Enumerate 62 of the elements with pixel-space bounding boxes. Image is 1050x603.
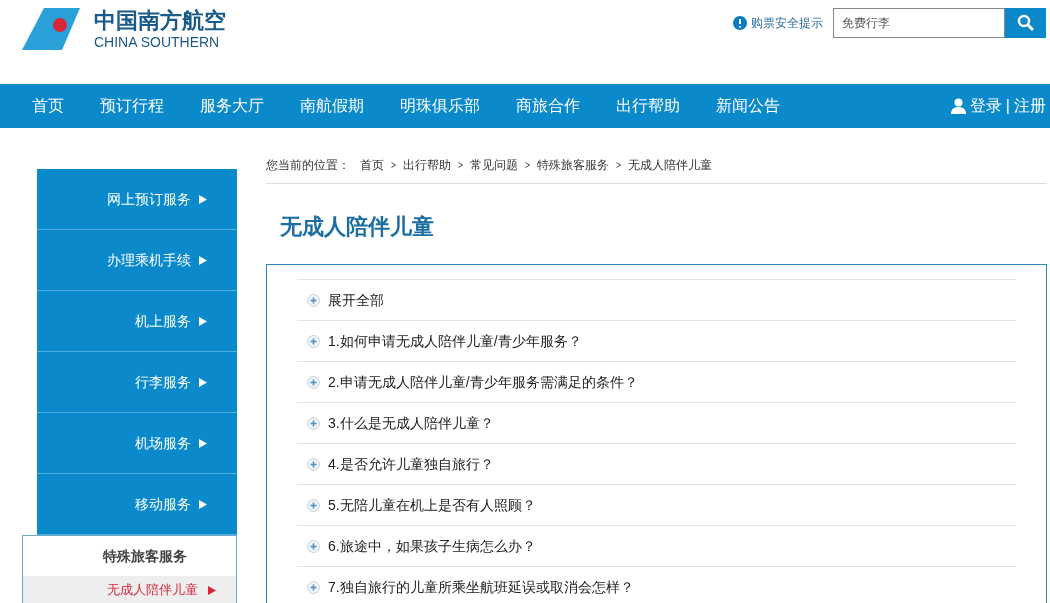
faq-question[interactable]: 2.申请无成人陪伴儿童/青少年服务需满足的条件？ [297,362,1016,403]
plus-circle-icon [307,498,320,512]
register-link[interactable]: 注册 [1014,94,1046,118]
chevron-icon [391,161,396,168]
search-field[interactable]: 免费行李 [833,8,1005,38]
nav-item[interactable]: 明珠俱乐部 [382,94,498,118]
triangle-icon [199,255,207,265]
chevron-icon [458,161,463,168]
nav-item[interactable]: 首页 [14,94,82,118]
breadcrumb-label: 您当前的位置： [266,156,350,174]
sidebar-item[interactable]: 网上预订服务 [37,169,237,230]
chevron-icon [525,161,530,168]
triangle-icon [199,194,207,204]
plus-circle-icon [307,416,320,430]
breadcrumb-link[interactable]: 无成人陪伴儿童 [628,155,712,174]
user-icon [950,98,966,114]
faq-question[interactable]: 5.无陪儿童在机上是否有人照顾？ [297,485,1016,526]
sidebar-subitem[interactable]: 无成人陪伴儿童 [23,576,236,603]
exclamation-icon [733,16,747,30]
nav-item[interactable]: 服务大厅 [182,94,282,118]
faq-question[interactable]: 7.独自旅行的儿童所乘坐航班延误或取消会怎样？ [297,567,1016,603]
separator: | [1005,96,1010,116]
nav-item[interactable]: 预订行程 [82,94,182,118]
plus-circle-icon [307,457,320,471]
plus-circle-icon [307,539,320,553]
sidebar-item[interactable]: 办理乘机手续 [37,230,237,291]
faq-question[interactable]: 6.旅途中，如果孩子生病怎么办？ [297,526,1016,567]
triangle-icon [199,499,207,509]
nav-item[interactable]: 新闻公告 [698,94,798,118]
breadcrumb-link[interactable]: 出行帮助 [403,155,451,174]
faq-question[interactable]: 3.什么是无成人陪伴儿童？ [297,403,1016,444]
plus-circle-icon [307,293,320,307]
plus-circle-icon [307,580,320,594]
airline-tail-logo [22,8,80,50]
search-icon [1016,14,1035,32]
triangle-icon [199,316,207,326]
sidebar-item[interactable]: 行李服务 [37,352,237,413]
sidebar-item[interactable]: 机场服务 [37,413,237,474]
expand-all-link[interactable]: 展开全部 [297,280,1016,321]
plus-circle-icon [307,334,320,348]
breadcrumb-link[interactable]: 特殊旅客服务 [537,155,609,174]
nav-item[interactable]: 出行帮助 [598,94,698,118]
login-link[interactable]: 登录 [969,94,1002,118]
safety-tip-link[interactable]: 购票安全提示 [751,14,823,32]
triangle-icon [199,438,207,448]
faq-question[interactable]: 4.是否允许儿童独自旅行？ [297,444,1016,485]
page-title: 无成人陪伴儿童 [280,213,435,241]
triangle-icon [208,585,216,595]
faq-question[interactable]: 1.如何申请无成人陪伴儿童/青少年服务？ [297,321,1016,362]
breadcrumb-link[interactable]: 常见问题 [470,155,518,174]
nav-item[interactable]: 南航假期 [282,94,382,118]
sidebar-section-title: 特殊旅客服务 [101,546,188,566]
brand-name: 中国南方航空 [94,9,226,32]
brand-name-english: CHINA SOUTHERN [94,34,221,49]
breadcrumb-link[interactable]: 首页 [360,155,384,174]
search-button[interactable] [1005,8,1046,38]
sidebar-item[interactable]: 机上服务 [37,291,237,352]
plus-circle-icon [307,375,320,389]
sidebar-item[interactable]: 移动服务 [37,474,237,535]
chevron-icon [616,161,621,168]
triangle-icon [199,377,207,387]
nav-item[interactable]: 商旅合作 [498,94,598,118]
